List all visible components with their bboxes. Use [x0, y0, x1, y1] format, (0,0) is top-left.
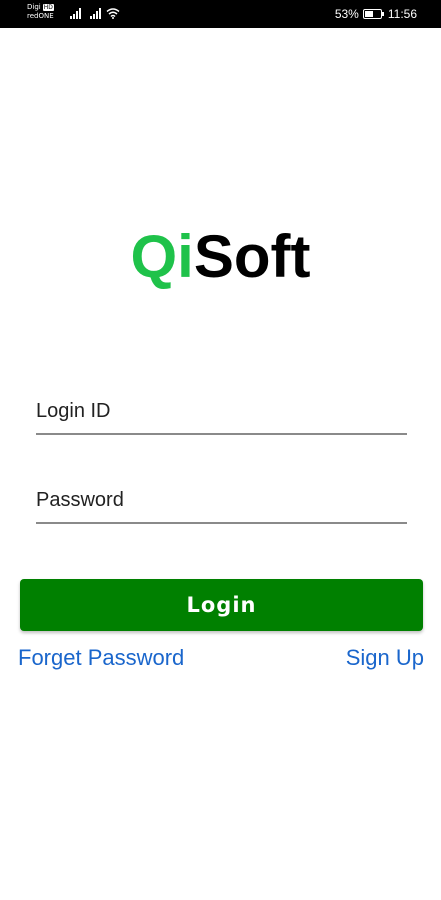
status-right: 53% 11:56	[335, 7, 417, 21]
sign-up-link[interactable]: Sign Up	[346, 645, 424, 671]
forget-password-link[interactable]: Forget Password	[18, 645, 184, 671]
battery-fill	[364, 11, 373, 17]
hd-badge: HD	[42, 4, 54, 11]
battery-percent: 53%	[334, 7, 359, 21]
app-logo: QiSoft	[0, 222, 441, 292]
password-input[interactable]	[36, 478, 407, 522]
signal-icon	[90, 8, 101, 19]
logo-soft: Soft	[193, 223, 311, 290]
password-field	[36, 478, 407, 524]
clock: 11:56	[387, 7, 417, 21]
login-button[interactable]: Login	[20, 579, 423, 631]
signal-icon	[70, 8, 81, 19]
battery-icon	[362, 9, 384, 19]
carrier-name: Digi	[27, 3, 41, 11]
carrier-name-secondary: redONE	[27, 12, 54, 20]
wifi-icon	[106, 8, 120, 19]
login-screen: Digi HD redONE 53% 11:56 QiSoft Login ID…	[0, 0, 441, 900]
status-bar: Digi HD redONE 53% 11:56	[0, 0, 441, 28]
logo-qi: Qi	[130, 223, 194, 290]
login-id-input[interactable]	[36, 389, 407, 433]
carrier-info: Digi HD redONE	[27, 3, 54, 21]
login-id-field	[36, 389, 407, 435]
